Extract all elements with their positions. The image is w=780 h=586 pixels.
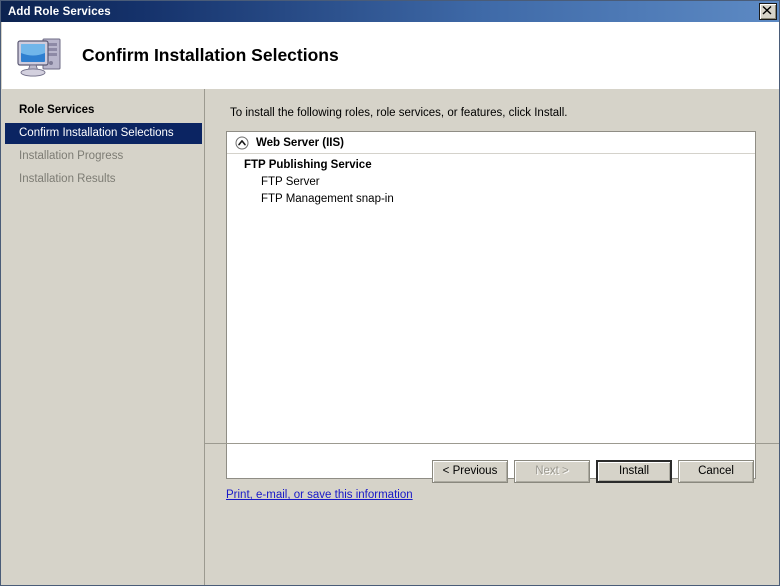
add-role-services-window: Add Role Services Confirm Installation S… — [0, 0, 780, 586]
install-button[interactable]: Install — [596, 459, 672, 483]
role-services-list: FTP Publishing Service FTP Server FTP Ma… — [227, 154, 755, 208]
chevron-up-circle-icon[interactable] — [235, 136, 249, 150]
wizard-header: Confirm Installation Selections — [2, 22, 779, 89]
computer-icon — [17, 38, 61, 77]
window-title: Add Role Services — [8, 5, 111, 18]
close-button[interactable] — [759, 3, 777, 20]
role-header-row: Web Server (IIS) — [227, 132, 755, 154]
wizard-sidebar: Role Services Confirm Installation Selec… — [2, 89, 205, 585]
list-item: FTP Publishing Service — [244, 159, 372, 171]
selections-listbox[interactable]: Web Server (IIS) FTP Publishing Service … — [226, 131, 756, 479]
previous-button[interactable]: < Previous — [432, 459, 508, 483]
sidebar-item-installation-results[interactable]: Installation Results — [5, 169, 202, 190]
list-item: FTP Server — [261, 176, 320, 188]
sidebar-item-confirm-installation-selections[interactable]: Confirm Installation Selections — [5, 123, 202, 144]
title-bar: Add Role Services — [1, 1, 779, 22]
body-area: Role Services Confirm Installation Selec… — [2, 89, 779, 585]
cancel-button[interactable]: Cancel — [678, 459, 754, 483]
list-item: FTP Management snap-in — [261, 193, 394, 205]
sidebar-item-role-services[interactable]: Role Services — [5, 100, 202, 121]
footer-button-bar: < Previous Next > Install Cancel — [205, 444, 779, 498]
content-pane: To install the following roles, role ser… — [206, 89, 779, 585]
close-icon — [762, 6, 772, 15]
sidebar-item-installation-progress[interactable]: Installation Progress — [5, 146, 202, 167]
instruction-text: To install the following roles, role ser… — [230, 107, 568, 119]
page-title: Confirm Installation Selections — [82, 45, 339, 65]
next-button: Next > — [514, 459, 590, 483]
role-name: Web Server (IIS) — [256, 136, 344, 149]
